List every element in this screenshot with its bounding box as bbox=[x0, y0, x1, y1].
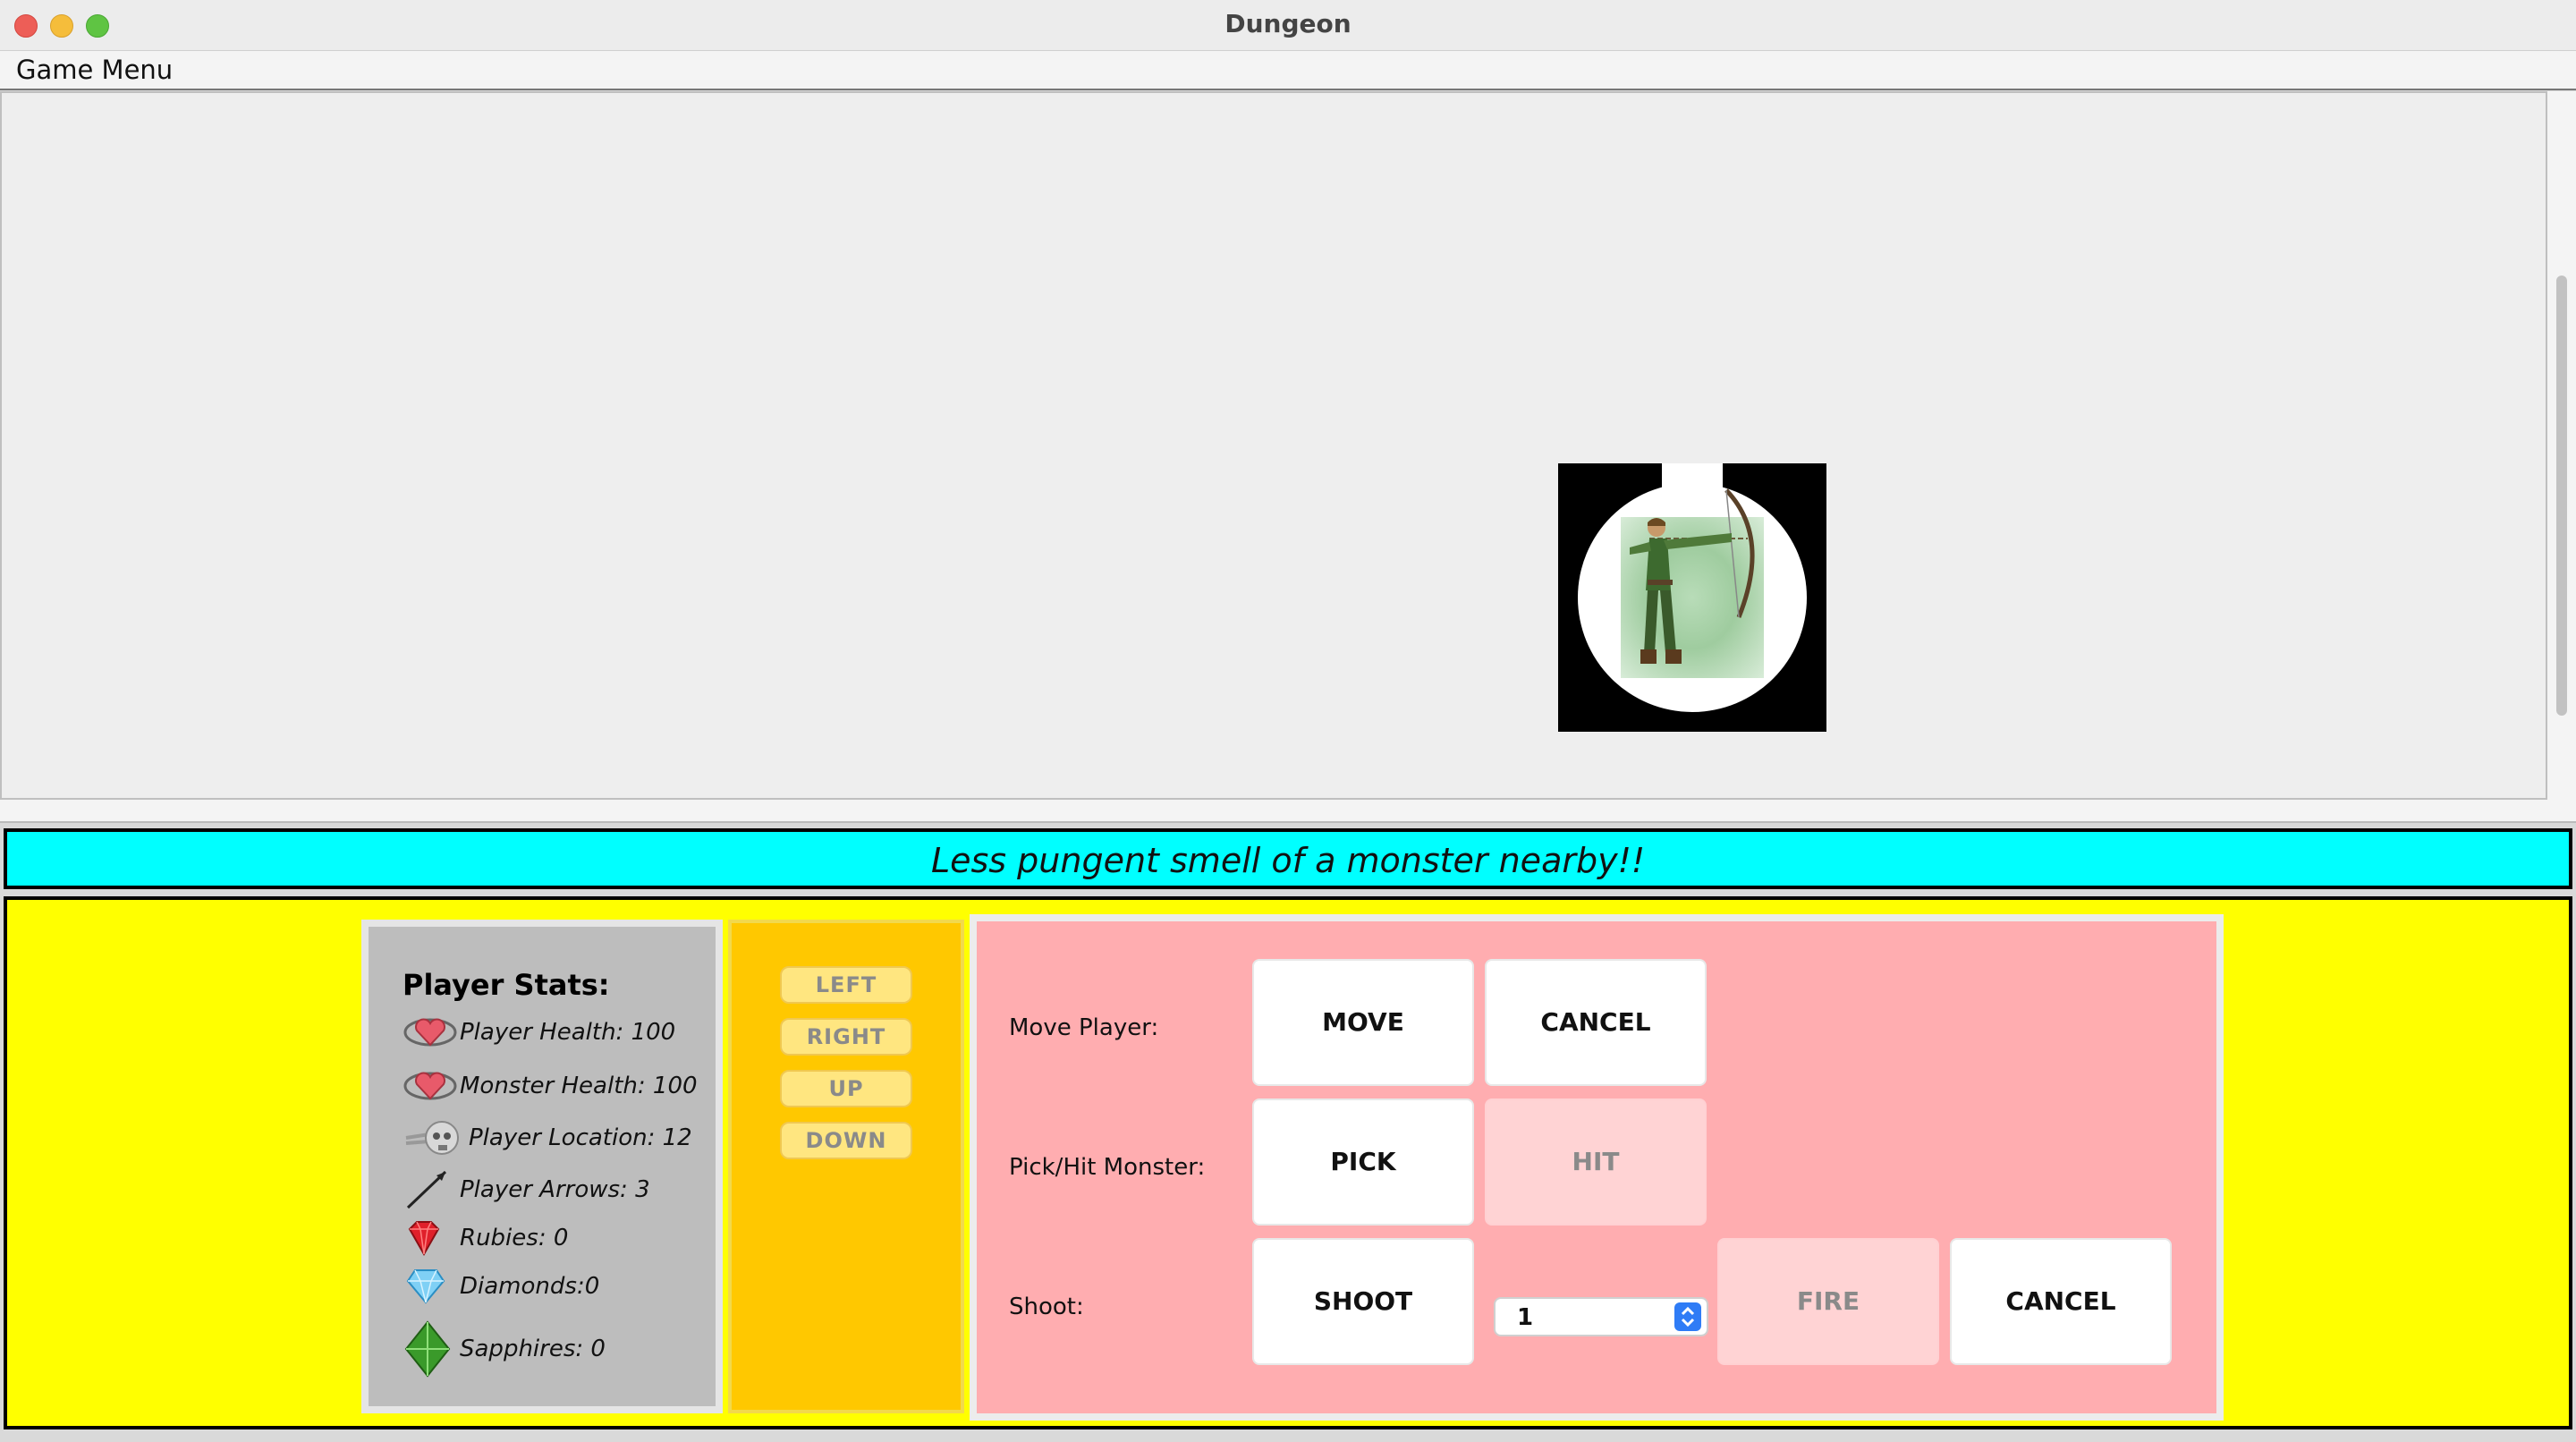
dungeon-room-tile bbox=[1558, 463, 1826, 732]
player-stats-title: Player Stats: bbox=[402, 968, 610, 1002]
move-cancel-button[interactable]: CANCEL bbox=[1485, 959, 1707, 1086]
stat-rubies: Rubies: 0 bbox=[402, 1220, 568, 1257]
direction-left-button[interactable]: LEFT bbox=[780, 966, 912, 1004]
player-archer-icon bbox=[1630, 488, 1755, 664]
shoot-label: Shoot: bbox=[1009, 1294, 1084, 1320]
status-message: Less pungent smell of a monster nearby!! bbox=[930, 841, 1646, 880]
heart-icon bbox=[402, 1065, 460, 1107]
window-titlebar: Dungeon bbox=[0, 0, 2576, 51]
game-menu[interactable]: Game Menu bbox=[16, 55, 173, 85]
shoot-cancel-button[interactable]: CANCEL bbox=[1950, 1238, 2172, 1365]
stat-diamonds: Diamonds:0 bbox=[402, 1268, 599, 1304]
stat-player-health: Player Health: 100 bbox=[402, 1014, 675, 1050]
stat-player-arrows: Player Arrows: 3 bbox=[402, 1170, 650, 1209]
shoot-button[interactable]: SHOOT bbox=[1252, 1238, 1474, 1365]
sapphire-icon bbox=[402, 1320, 460, 1378]
vertical-scroll-thumb[interactable] bbox=[2556, 276, 2567, 716]
arrow-icon bbox=[402, 1168, 460, 1211]
status-message-bar: Less pungent smell of a monster nearby!! bbox=[4, 828, 2572, 889]
move-player-label: Move Player: bbox=[1009, 1014, 1159, 1041]
diamond-icon bbox=[402, 1265, 460, 1308]
direction-down-button[interactable]: DOWN bbox=[780, 1122, 912, 1159]
heart-icon bbox=[402, 1011, 460, 1054]
move-button[interactable]: MOVE bbox=[1252, 959, 1474, 1086]
skull-icon bbox=[402, 1116, 469, 1159]
ruby-icon bbox=[402, 1217, 460, 1260]
direction-right-button[interactable]: RIGHT bbox=[780, 1018, 912, 1056]
direction-up-button[interactable]: UP bbox=[780, 1070, 912, 1107]
player-stats-panel: Player Stats: Player Health: 100 Monster… bbox=[361, 920, 723, 1413]
vertical-scrollbar[interactable] bbox=[2547, 91, 2576, 800]
arrow-distance-select[interactable]: 1 bbox=[1494, 1297, 1708, 1336]
arrow-distance-value: 1 bbox=[1517, 1304, 1534, 1331]
hit-button[interactable]: HIT bbox=[1485, 1098, 1707, 1226]
stat-player-location: Player Location: 12 bbox=[402, 1120, 692, 1156]
pick-hit-label: Pick/Hit Monster: bbox=[1009, 1154, 1206, 1181]
menu-bar: Game Menu bbox=[0, 51, 2576, 90]
direction-panel: LEFT RIGHT UP DOWN bbox=[728, 920, 964, 1413]
chevron-up-down-icon bbox=[1674, 1302, 1701, 1331]
dungeon-map-viewport bbox=[0, 91, 2547, 800]
control-panel: Player Stats: Player Health: 100 Monster… bbox=[4, 896, 2572, 1429]
action-panel: Move Player: MOVE CANCEL Pick/Hit Monste… bbox=[970, 914, 2224, 1421]
fire-button[interactable]: FIRE bbox=[1717, 1238, 1939, 1365]
stat-monster-health: Monster Health: 100 bbox=[402, 1068, 698, 1104]
stat-sapphires: Sapphires: 0 bbox=[402, 1320, 606, 1378]
pick-button[interactable]: PICK bbox=[1252, 1098, 1474, 1226]
window-title: Dungeon bbox=[1224, 9, 1352, 38]
horizontal-scrollbar[interactable] bbox=[0, 800, 2576, 823]
